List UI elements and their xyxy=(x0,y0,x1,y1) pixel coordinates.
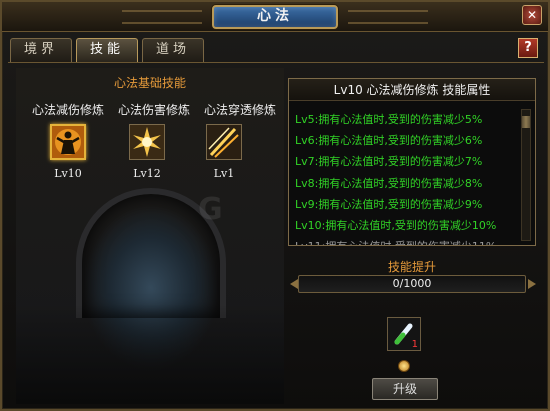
tab-realm[interactable]: 境界 xyxy=(10,38,72,62)
attr-line: Lv7:拥有心法值时,受到的伤害减少7% xyxy=(295,155,483,169)
shield-fighter-icon xyxy=(52,126,84,158)
attr-scrollbar[interactable] xyxy=(521,109,531,241)
coin-icon xyxy=(398,360,410,372)
floor-shadow xyxy=(16,304,284,404)
attr-line: Lv5:拥有心法值时,受到的伤害减少5% xyxy=(295,113,483,126)
skill-window: 心法 ✕ 境界 技能 道场 ? G 心法基础技能 心法减伤修炼 Lv10 心法伤… xyxy=(0,0,550,411)
title-ornament-left xyxy=(122,10,202,24)
title-ornament-right xyxy=(348,10,428,24)
attr-panel-header: Lv10 心法减伤修炼 技能属性 xyxy=(289,79,535,101)
skill-slot-penetration[interactable] xyxy=(206,124,242,160)
attr-line: Lv11:拥有心法值时,受到的伤害减少11% xyxy=(295,236,515,245)
scroll-thumb[interactable] xyxy=(522,116,530,128)
bar-cap-left xyxy=(288,279,298,289)
slash-icon xyxy=(207,125,241,159)
scene-background xyxy=(16,68,284,404)
tab-dojo[interactable]: 道场 xyxy=(142,38,204,62)
watermark: G xyxy=(198,192,223,227)
close-button[interactable]: ✕ xyxy=(522,5,542,25)
attr-line: Lv8:拥有心法值时,受到的伤害减少8% xyxy=(295,176,483,190)
upgrade-title: 技能提升 xyxy=(387,260,436,274)
item-count: 1 xyxy=(411,339,418,350)
upgrade-item-slot[interactable]: 1 xyxy=(387,317,421,351)
skill-name-penetration: 心法穿透修炼 xyxy=(203,103,276,117)
help-button[interactable]: ? xyxy=(518,38,538,58)
attr-line: Lv9:拥有心法值时,受到的伤害减少9% xyxy=(295,197,483,211)
skill-name-damage-reduction: 心法减伤修炼 xyxy=(31,103,104,117)
attr-line: Lv6:拥有心法值时,受到的伤害减少6% xyxy=(295,134,483,148)
skill-slot-damage-reduction[interactable] xyxy=(50,124,86,160)
skill-level-damage-reduction: Lv10 xyxy=(54,167,82,180)
window-title: 心法 xyxy=(212,5,338,29)
title-bar: 心法 ✕ xyxy=(2,2,548,32)
skill-level-penetration: Lv1 xyxy=(213,167,235,180)
bar-cap-right xyxy=(528,279,538,289)
skill-attribute-panel: Lv10 心法减伤修炼 技能属性 Lv5:拥有心法值时,受到的伤害减少5% Lv… xyxy=(288,78,536,246)
starburst-icon xyxy=(130,125,164,159)
tab-skills[interactable]: 技能 xyxy=(76,38,138,62)
progress-text: 0/1000 xyxy=(392,277,432,290)
upgrade-progress-bar: 0/1000 xyxy=(298,275,526,293)
skills-section-title: 心法基础技能 xyxy=(113,76,186,90)
skill-level-damage: Lv12 xyxy=(133,167,161,180)
attr-line: Lv10:拥有心法值时,受到的伤害减少10% xyxy=(295,218,497,232)
skill-slot-damage[interactable] xyxy=(129,124,165,160)
upgrade-button[interactable]: 升级 xyxy=(372,378,438,400)
skill-name-damage: 心法伤害修炼 xyxy=(117,103,190,117)
attr-list: Lv5:拥有心法值时,受到的伤害减少5% Lv6:拥有心法值时,受到的伤害减少6… xyxy=(295,109,515,245)
